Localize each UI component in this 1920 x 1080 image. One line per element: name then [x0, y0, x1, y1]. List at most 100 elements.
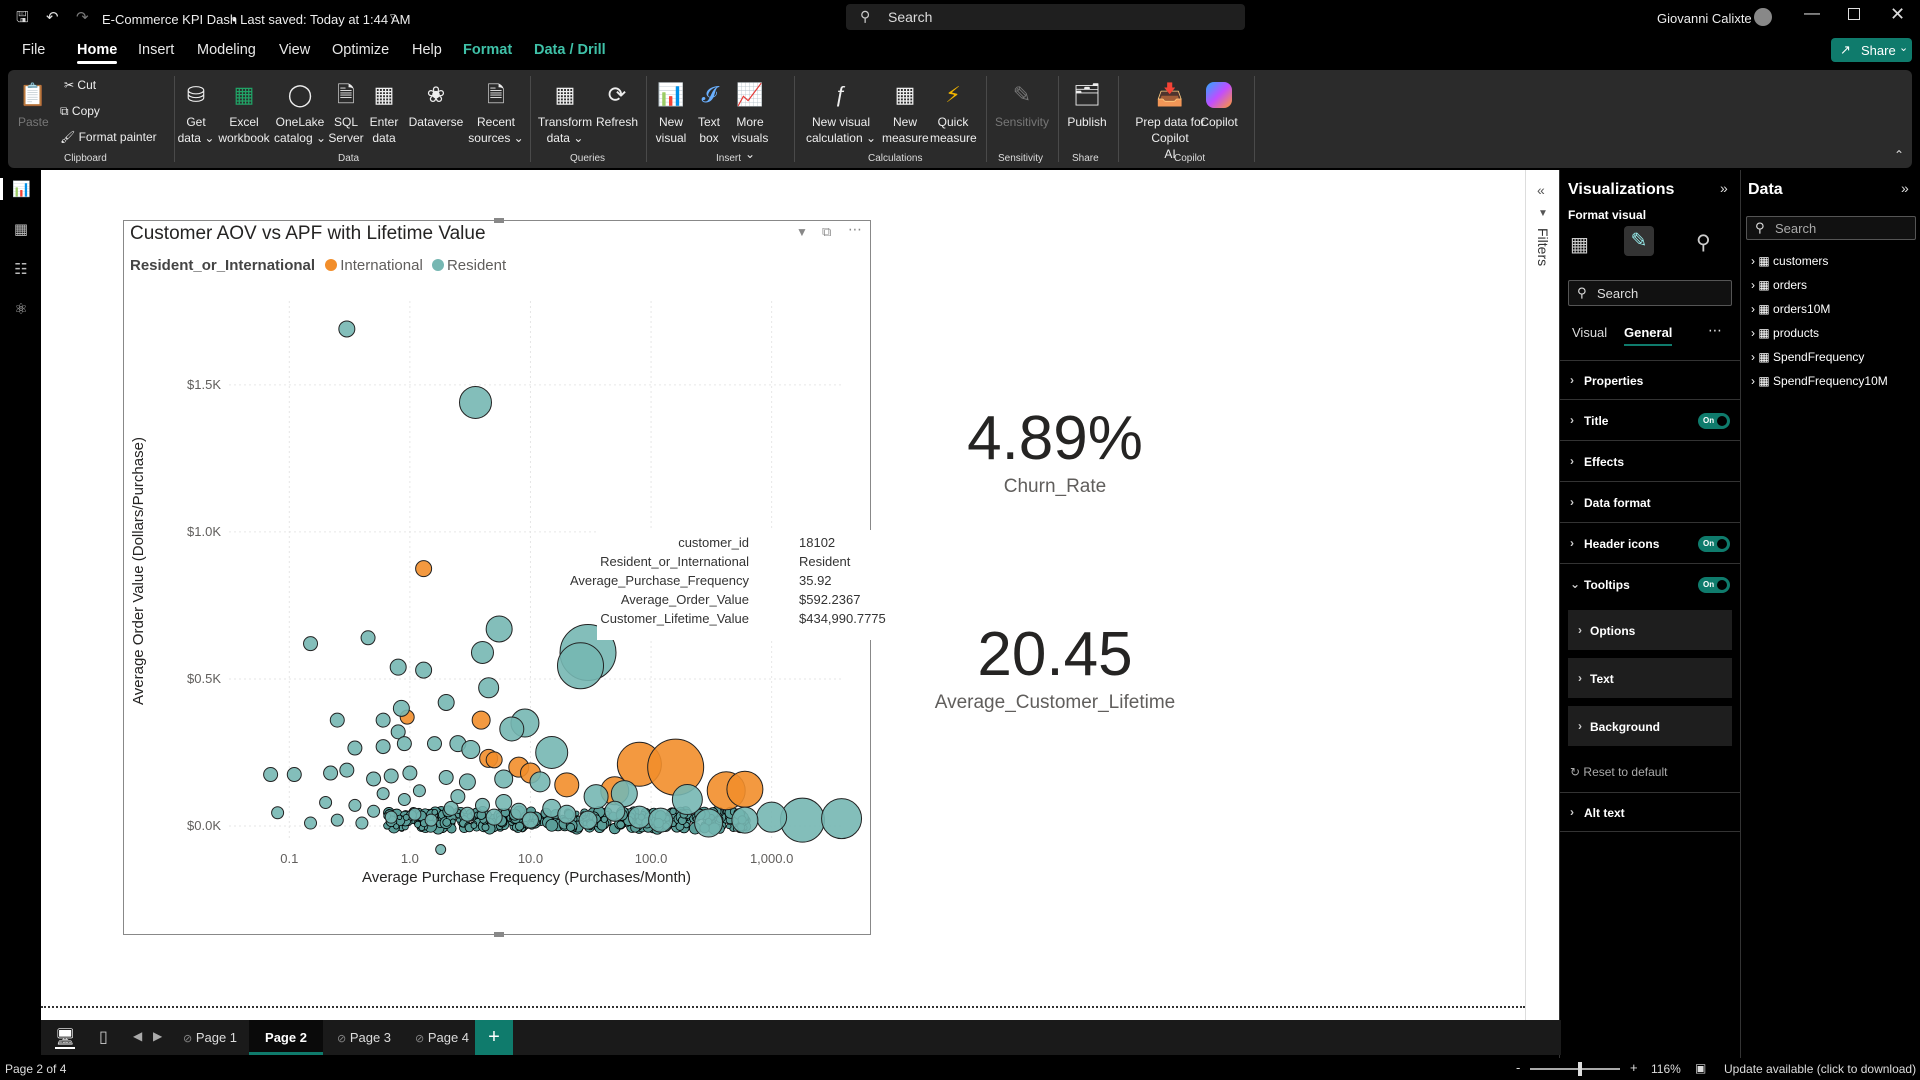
focus-mode-icon[interactable]: ⧉ [822, 224, 831, 240]
scatter-point-resident[interactable] [500, 717, 524, 741]
customer-lifetime-card[interactable]: 20.45 Average_Customer_Lifetime [905, 624, 1205, 714]
share-button[interactable]: ↗ Share ⌄ [1831, 38, 1912, 62]
scatter-point-resident[interactable] [367, 772, 381, 786]
copy-button[interactable]: ⧉ Copy [60, 104, 100, 119]
desktop-layout-icon[interactable]: 🖥 [55, 1027, 75, 1049]
redo-icon[interactable]: ↷ [76, 8, 89, 26]
scatter-point-resident[interactable] [390, 659, 406, 675]
scatter-point-resident[interactable] [486, 809, 502, 825]
section-title[interactable]: › Title On [1560, 401, 1740, 441]
scatter-point-resident[interactable] [356, 817, 368, 829]
scatter-point-resident[interactable] [304, 637, 318, 651]
scatter-point-resident[interactable] [732, 807, 758, 833]
scatter-point-resident[interactable] [377, 788, 389, 800]
maximize-icon[interactable] [1848, 8, 1860, 20]
scatter-point-resident[interactable] [425, 814, 437, 826]
filters-pane-collapsed[interactable]: « ▼ Filters [1525, 170, 1559, 1020]
new-measure-button[interactable]: ▦ New measure [882, 78, 928, 146]
scatter-point-resident[interactable] [479, 678, 499, 698]
scatter-point-resident[interactable] [757, 802, 787, 832]
scatter-point-resident[interactable] [438, 694, 454, 710]
close-icon[interactable]: ✕ [1890, 4, 1905, 25]
save-icon[interactable]: 🖫 [16, 7, 29, 32]
table-view-icon[interactable]: ▦ [12, 220, 30, 238]
expand-filters-icon[interactable]: « [1537, 182, 1545, 198]
scatter-point-resident[interactable] [361, 631, 375, 645]
scatter-point-resident[interactable] [579, 811, 597, 829]
scatter-point-resident[interactable] [331, 814, 343, 826]
transform-data-button[interactable]: ▦ Transform data ⌄ [536, 78, 594, 146]
get-data-button[interactable]: ⛁ Get data ⌄ [176, 78, 216, 146]
scatter-point[interactable] [443, 818, 451, 826]
format-painter-button[interactable]: 🖌 Format painter [60, 130, 157, 144]
more-options-icon[interactable]: ⋯ [1708, 322, 1722, 339]
sql-server-button[interactable]: 🗎 SQL Server [328, 78, 364, 146]
scatter-point-resident[interactable] [495, 770, 513, 788]
scatter-point[interactable] [394, 824, 399, 829]
collapse-ribbon-icon[interactable]: ⌃ [1894, 148, 1904, 162]
section-alt-text[interactable]: › Alt text [1560, 792, 1740, 832]
scatter-point-resident[interactable] [522, 812, 538, 828]
scatter-point-resident[interactable] [436, 845, 446, 855]
recent-sources-button[interactable]: 🗎 Recent sources ⌄ [468, 78, 524, 146]
model-view-icon[interactable]: ☷ [12, 260, 30, 278]
scatter-point-resident[interactable] [459, 774, 475, 790]
analytics-icon[interactable]: ⚲ [1696, 230, 1711, 255]
tab-page-2[interactable]: Page 2 [249, 1020, 323, 1055]
scatter-point-resident[interactable] [413, 785, 425, 797]
table-item-orders10m[interactable]: › ▦ orders10M [1751, 302, 1830, 316]
scatter-point-resident[interactable] [536, 736, 568, 768]
legend-item-resident[interactable]: Resident [432, 257, 506, 274]
menu-modeling[interactable]: Modeling [197, 42, 256, 58]
scatter-point-resident[interactable] [439, 770, 453, 784]
dataverse-button[interactable]: ❀ Dataverse [406, 78, 466, 130]
scatter-point-resident[interactable] [475, 798, 489, 812]
churn-rate-card[interactable]: 4.89% Churn_Rate [905, 408, 1205, 498]
scatter-point[interactable] [397, 815, 401, 819]
tab-page-3[interactable]: ⊘ Page 3 [325, 1020, 403, 1055]
scatter-point-resident[interactable] [349, 799, 361, 811]
scatter-point-resident[interactable] [393, 700, 409, 716]
format-search-input[interactable]: ⚲ Search [1568, 280, 1732, 306]
scatter-point-resident[interactable] [486, 616, 512, 642]
scatter-point-resident[interactable] [695, 809, 723, 837]
scatter-point-resident[interactable] [558, 805, 576, 823]
scatter-point-resident[interactable] [471, 641, 493, 663]
visual-resize-handle-top[interactable] [494, 218, 504, 223]
data-search-input[interactable]: ⚲ Search [1746, 216, 1916, 240]
scatter-point-resident[interactable] [348, 741, 362, 755]
refresh-button[interactable]: ⟳ Refresh [594, 78, 640, 130]
scatter-point-resident[interactable] [462, 741, 480, 759]
table-item-orders[interactable]: › ▦ orders [1751, 278, 1807, 292]
collapse-pane-icon[interactable]: » [1901, 180, 1909, 196]
subsection-text[interactable]: › Text [1568, 658, 1732, 698]
scatter-point-resident[interactable] [340, 763, 354, 777]
scatter-point-resident[interactable] [605, 801, 625, 821]
scatter-point-resident[interactable] [459, 386, 491, 418]
enter-data-button[interactable]: ▦ Enter data [366, 78, 402, 146]
subsection-options[interactable]: › Options [1568, 610, 1732, 650]
onelake-catalog-button[interactable]: ◯ OneLake catalog ⌄ [272, 78, 328, 146]
scatter-point[interactable] [546, 819, 558, 831]
format-visual-icon[interactable]: ✎ [1624, 226, 1654, 256]
scatter-point[interactable] [456, 818, 460, 822]
menu-file[interactable]: File [22, 42, 45, 58]
scatter-point-resident[interactable] [339, 321, 355, 337]
scatter-point-resident[interactable] [376, 713, 390, 727]
scatter-point-resident[interactable] [416, 662, 432, 678]
scatter-point-resident[interactable] [672, 785, 702, 815]
section-data-format[interactable]: › Data format [1560, 483, 1740, 523]
excel-workbook-button[interactable]: ▦ Excel workbook [216, 78, 272, 146]
scatter-point[interactable] [567, 823, 575, 831]
menu-home[interactable]: Home [77, 42, 117, 58]
scatter-point-resident[interactable] [264, 768, 278, 782]
scatter-point-resident[interactable] [376, 740, 390, 754]
scatter-point[interactable] [471, 823, 477, 829]
scatter-point[interactable] [515, 822, 523, 830]
undo-icon[interactable]: ↶ [46, 8, 59, 26]
scatter-point-resident[interactable] [460, 807, 474, 821]
visual-resize-handle-bottom[interactable] [494, 932, 504, 937]
tooltips-toggle[interactable]: On [1698, 577, 1730, 593]
dax-query-view-icon[interactable]: ⚛ [12, 300, 30, 318]
report-view-icon[interactable]: 📊 [12, 180, 30, 198]
